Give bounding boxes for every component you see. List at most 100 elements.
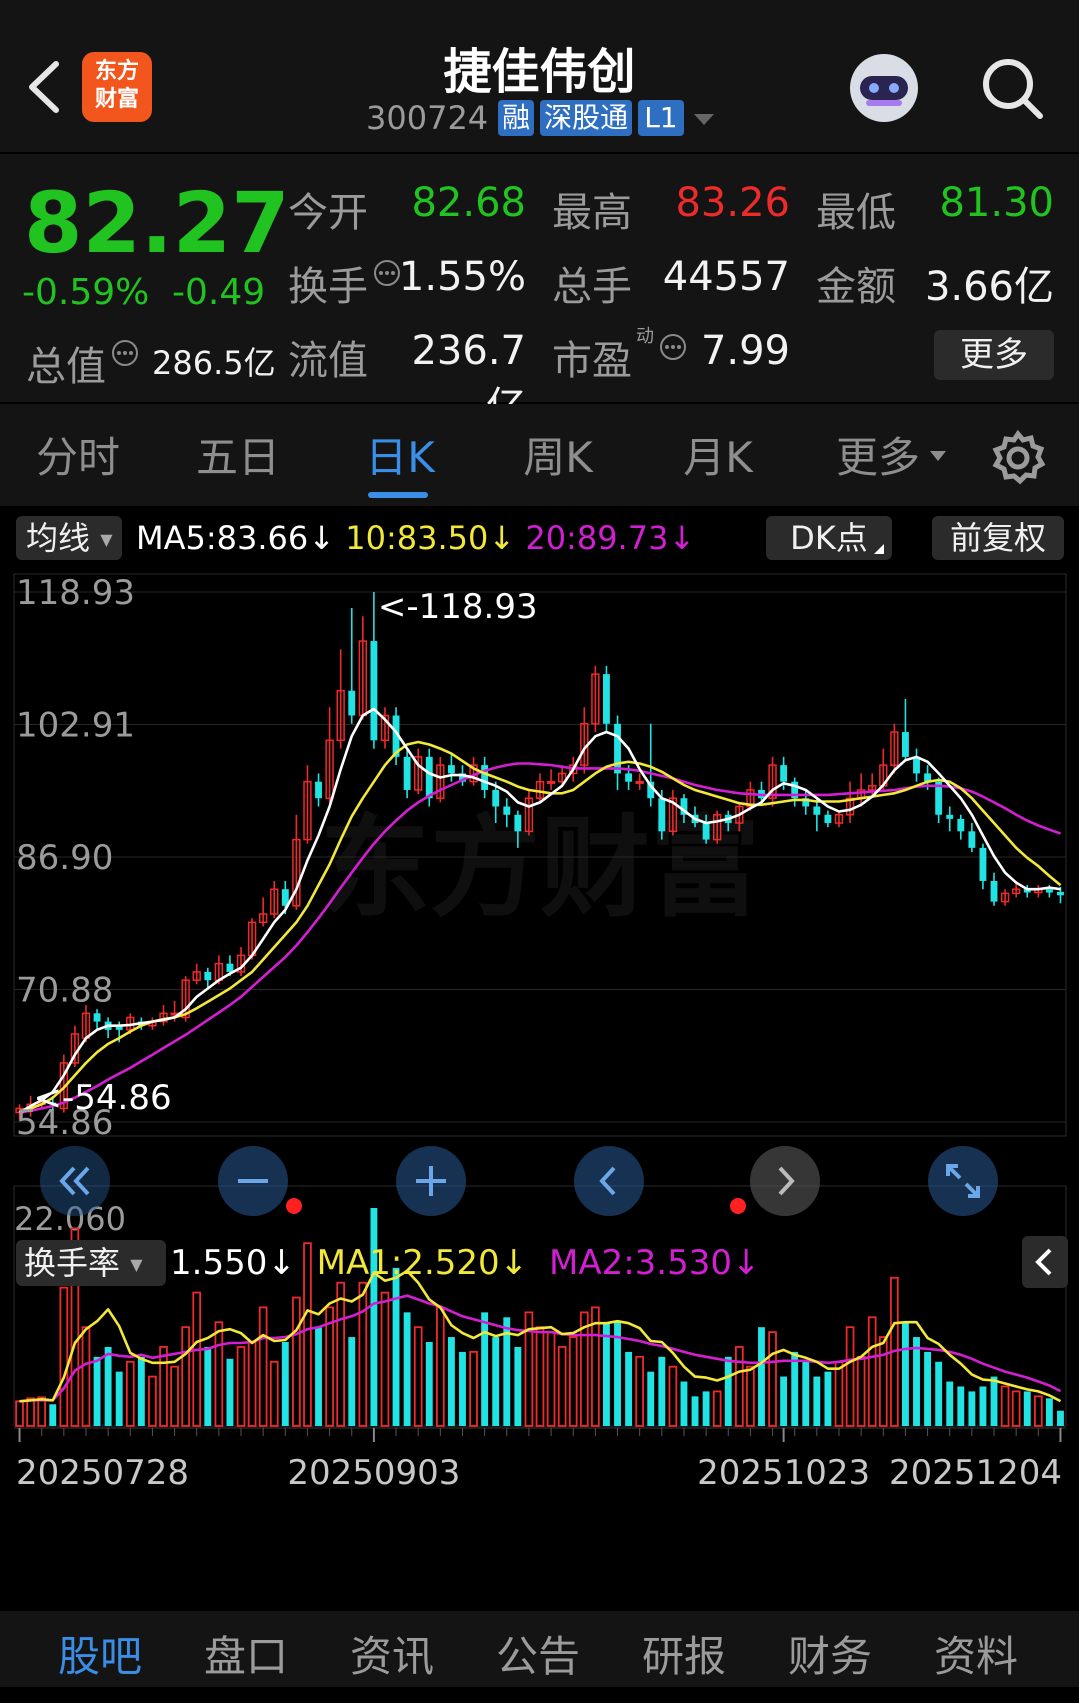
candle-body-down bbox=[658, 798, 666, 832]
volume-toolbar: 换手率 ▼ 1.550↓ MA1:2.520↓ MA2:3.530↓ bbox=[0, 1232, 1079, 1292]
turnover-bar-down bbox=[913, 1337, 920, 1426]
turnover-bar-down bbox=[724, 1356, 732, 1426]
turnover-bar-down bbox=[1057, 1410, 1064, 1426]
turnover-bar-down bbox=[49, 1404, 57, 1426]
search-icon[interactable] bbox=[978, 54, 1048, 124]
turnover-bar-up bbox=[845, 1326, 855, 1427]
turnover-bar-down bbox=[680, 1381, 688, 1426]
turnover-bar-up bbox=[214, 1321, 224, 1427]
turnover-bar-down bbox=[481, 1312, 489, 1426]
turnover-bar-up bbox=[1000, 1385, 1010, 1427]
side-panel-toggle[interactable] bbox=[1022, 1236, 1068, 1288]
turnover-bar-up bbox=[37, 1396, 47, 1427]
candle-body-down bbox=[403, 756, 411, 790]
tab-five-day[interactable]: 五日 bbox=[178, 404, 298, 506]
k-line-chart[interactable]: 东方财富 118.93102.9186.9070.8854.8622.060 <… bbox=[0, 566, 1079, 1610]
tab-weekly-k[interactable]: 周K bbox=[498, 404, 618, 506]
nav-news[interactable]: 资讯 bbox=[322, 1611, 462, 1687]
tab-intraday[interactable]: 分时 bbox=[18, 404, 138, 506]
turnover-bar-down bbox=[315, 1327, 322, 1426]
turnover-bar-down bbox=[780, 1376, 788, 1426]
turnover-bar-up bbox=[746, 1365, 755, 1427]
tab-more-caret-icon bbox=[930, 451, 946, 461]
price-axis-label: 86.90 bbox=[16, 838, 113, 878]
candle-body-down bbox=[226, 963, 234, 972]
candle-body-down bbox=[503, 806, 511, 815]
turnover-bar-up bbox=[557, 1346, 567, 1427]
turnover-bar-up bbox=[668, 1365, 678, 1427]
low-value: 81.30 bbox=[939, 180, 1054, 226]
turnover-bar-down bbox=[824, 1371, 832, 1426]
open-label: 今开 bbox=[288, 190, 368, 236]
zoom-in-button[interactable] bbox=[396, 1146, 466, 1216]
chevron-left-icon bbox=[599, 1166, 616, 1196]
indicator-selector[interactable]: 换手率 ▼ bbox=[16, 1240, 166, 1286]
candle-body-down bbox=[603, 674, 610, 724]
candle-body-down bbox=[514, 814, 522, 832]
tab-more[interactable]: 更多 bbox=[828, 404, 928, 506]
turnover-bar-down bbox=[403, 1312, 411, 1426]
date-label: 20251023 bbox=[697, 1453, 870, 1493]
candle-body-up bbox=[546, 780, 556, 784]
tab-monthly-k[interactable]: 月K bbox=[658, 404, 778, 506]
change-amount: -0.49 bbox=[172, 272, 266, 313]
info-dots-icon[interactable] bbox=[658, 332, 688, 362]
ma20-label: 20:89.73 bbox=[525, 519, 669, 557]
turnover-bar-up bbox=[236, 1346, 246, 1427]
turnover-ma2-label: MA2:3.530 bbox=[548, 1243, 732, 1283]
nav-announcements[interactable]: 公告 bbox=[468, 1611, 608, 1687]
down-arrow-icon: ↓ bbox=[267, 1243, 296, 1283]
zoom-out-button[interactable] bbox=[218, 1146, 288, 1216]
chart-collapse-button[interactable] bbox=[40, 1146, 110, 1216]
plus-icon bbox=[416, 1166, 446, 1196]
turnover-label: 换手 bbox=[288, 264, 368, 310]
top-header: 东方 财富 捷佳伟创 300724 融 深股通 L1 bbox=[0, 0, 1079, 152]
turnover-bar-down bbox=[791, 1351, 799, 1426]
down-arrow-icon: ↓ bbox=[668, 519, 696, 557]
turnover-bar-down bbox=[104, 1346, 112, 1426]
turnover-bar-down bbox=[459, 1351, 466, 1426]
nav-research[interactable]: 研报 bbox=[614, 1611, 754, 1687]
turnover-bar-down bbox=[93, 1356, 101, 1426]
turnover-bar-down bbox=[802, 1361, 810, 1426]
high-value: 83.26 bbox=[675, 180, 790, 226]
amount-value: 3.66亿 bbox=[924, 264, 1054, 310]
date-label: 20250728 bbox=[16, 1453, 189, 1493]
ma-legend: MA5:83.66↓ 10:83.50↓ 20:89.73↓ bbox=[136, 516, 695, 560]
scroll-left-button[interactable] bbox=[574, 1146, 644, 1216]
turnover-bar-up bbox=[148, 1375, 157, 1427]
stock-code-row[interactable]: 300724 融 深股通 L1 bbox=[366, 98, 718, 138]
turnover-bar-down bbox=[137, 1356, 145, 1426]
nav-profile[interactable]: 资料 bbox=[906, 1611, 1046, 1687]
turnover-bar-up bbox=[469, 1350, 478, 1427]
nav-finance[interactable]: 财务 bbox=[760, 1611, 900, 1687]
indicator-selector-label: 换手率 bbox=[24, 1244, 121, 1282]
volume-label: 总手 bbox=[552, 264, 632, 310]
turnover-bar-up bbox=[247, 1341, 257, 1427]
info-dots-icon[interactable] bbox=[110, 338, 140, 368]
adjust-price-button[interactable]: 前复权 bbox=[932, 516, 1064, 560]
turnover-bar-up bbox=[546, 1331, 556, 1427]
chevron-right-icon bbox=[778, 1166, 795, 1196]
more-button[interactable]: 更多 bbox=[934, 330, 1054, 380]
dk-point-label: DK点 bbox=[790, 519, 868, 557]
stock-code: 300724 bbox=[366, 99, 489, 137]
nav-pankou[interactable]: 盘口 bbox=[176, 1611, 316, 1687]
turnover-bar-down bbox=[1045, 1398, 1053, 1426]
chart-settings-gear-icon[interactable] bbox=[990, 430, 1046, 486]
turnover-bar-up bbox=[878, 1336, 888, 1427]
fullscreen-button[interactable] bbox=[928, 1146, 998, 1216]
pe-label: 市盈 bbox=[552, 338, 632, 384]
nav-guba[interactable]: 股吧 bbox=[30, 1611, 170, 1687]
ma-selector[interactable]: 均线 ▼ bbox=[16, 516, 122, 560]
turnover-bar-up bbox=[635, 1355, 644, 1427]
float-value-label: 流值 bbox=[288, 338, 368, 384]
badge-rong: 融 bbox=[498, 100, 535, 136]
expand-icon bbox=[946, 1164, 980, 1198]
turnover-bar-down bbox=[935, 1361, 943, 1426]
tab-daily-k[interactable]: 日K bbox=[340, 404, 460, 506]
robot-assistant-icon[interactable] bbox=[842, 44, 926, 128]
turnover-legend: 1.550↓ MA1:2.520↓ MA2:3.530↓ bbox=[170, 1240, 761, 1286]
turnover-bar-down bbox=[924, 1351, 932, 1426]
scroll-right-button[interactable] bbox=[750, 1146, 820, 1216]
